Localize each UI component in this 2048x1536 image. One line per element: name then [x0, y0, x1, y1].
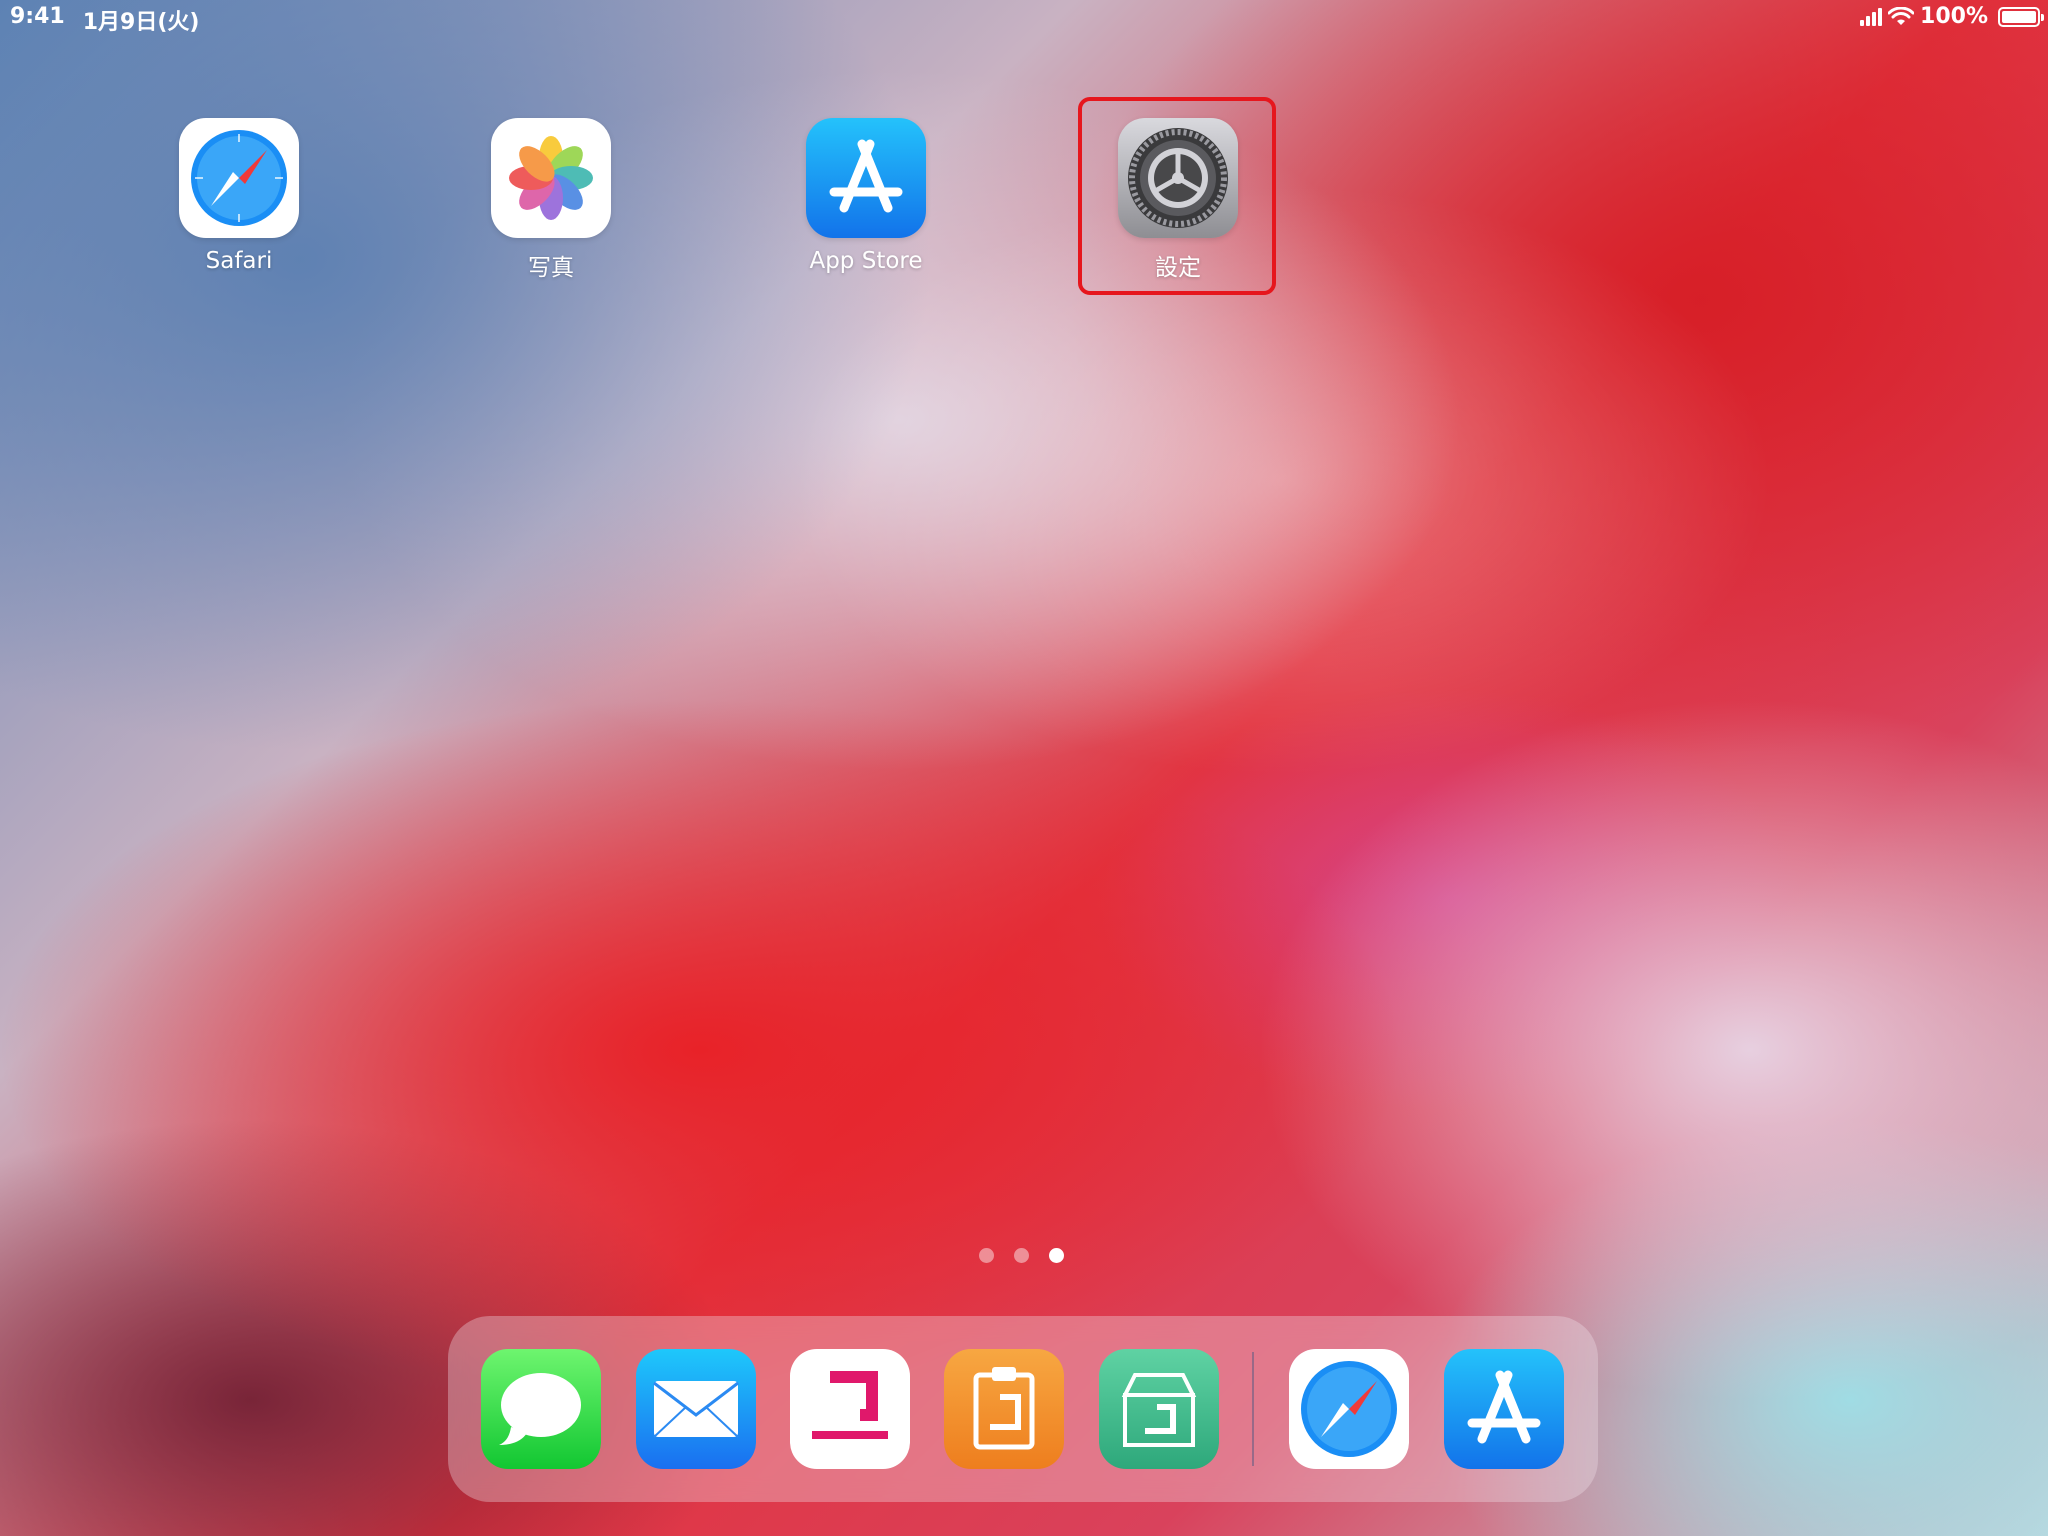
app-label: App Store — [809, 248, 923, 274]
orange-clipboard-app-icon — [973, 1367, 1035, 1450]
page-dot[interactable] — [1014, 1248, 1029, 1263]
green-box-app-icon — [1121, 1373, 1197, 1447]
pink-bracket-app-icon — [812, 1371, 888, 1439]
app-store-icon — [1467, 1370, 1541, 1444]
dock-app-store-app[interactable] — [1444, 1349, 1564, 1469]
app-app-store[interactable]: App Store — [786, 118, 946, 274]
status-bar: 9:41 1月9日(火) 100% — [0, 0, 2048, 40]
mail-icon — [653, 1381, 739, 1438]
dock-messages-app[interactable] — [481, 1349, 601, 1469]
dock-divider — [1252, 1352, 1254, 1466]
photos-icon — [491, 118, 611, 238]
dock-orange-clipboard-app[interactable] — [944, 1349, 1064, 1469]
dock-safari-app[interactable] — [1289, 1349, 1409, 1469]
page-dot[interactable] — [979, 1248, 994, 1263]
app-label: 写真 — [528, 255, 574, 281]
messages-icon — [499, 1373, 581, 1445]
page-dot-active[interactable] — [1049, 1248, 1064, 1263]
cellular-signal-icon — [1860, 7, 1883, 26]
dock-pink-bracket-app[interactable] — [790, 1349, 910, 1469]
app-photos[interactable]: 写真 — [471, 118, 631, 282]
app-label: Safari — [205, 248, 273, 274]
app-store-icon — [806, 118, 926, 238]
dock-green-box-app[interactable] — [1099, 1349, 1219, 1469]
status-date: 1月9日(火) — [82, 10, 200, 35]
page-indicator[interactable] — [979, 1248, 1064, 1263]
dock-mail-app[interactable] — [636, 1349, 756, 1469]
wifi-icon — [1888, 6, 1915, 25]
settings-highlight-box — [1078, 97, 1276, 295]
status-time: 9:41 — [10, 4, 65, 29]
safari-icon — [1301, 1361, 1397, 1457]
battery-percent: 100% — [1920, 4, 1988, 29]
safari-icon — [179, 118, 299, 238]
app-safari[interactable]: Safari — [159, 118, 319, 274]
dock — [448, 1316, 1598, 1502]
battery-icon — [1998, 6, 2044, 27]
